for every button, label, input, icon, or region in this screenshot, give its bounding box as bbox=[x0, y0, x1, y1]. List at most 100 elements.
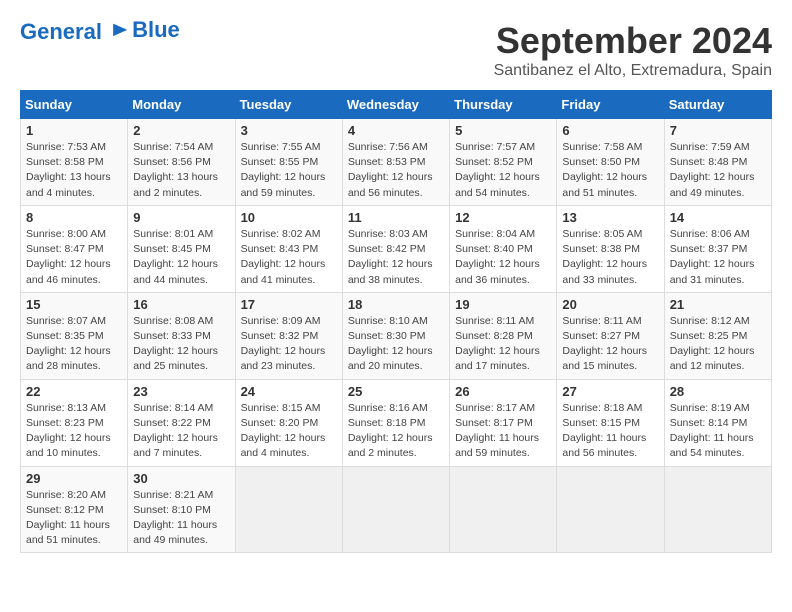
day-number: 23 bbox=[133, 384, 229, 399]
day-detail: Sunrise: 7:57 AM Sunset: 8:52 PM Dayligh… bbox=[455, 140, 551, 201]
day-detail: Sunrise: 8:01 AM Sunset: 8:45 PM Dayligh… bbox=[133, 227, 229, 288]
day-detail: Sunrise: 8:07 AM Sunset: 8:35 PM Dayligh… bbox=[26, 314, 122, 375]
day-number: 7 bbox=[670, 123, 766, 138]
day-detail: Sunrise: 8:19 AM Sunset: 8:14 PM Dayligh… bbox=[670, 401, 766, 462]
day-number: 16 bbox=[133, 297, 229, 312]
calendar-cell: 30Sunrise: 8:21 AM Sunset: 8:10 PM Dayli… bbox=[128, 466, 235, 553]
day-number: 25 bbox=[348, 384, 444, 399]
day-number: 19 bbox=[455, 297, 551, 312]
calendar-week-row: 8 Sunrise: 8:00 AM Sunset: 8:47 PM Daylig… bbox=[21, 205, 772, 292]
calendar-cell: 13Sunrise: 8:05 AM Sunset: 8:38 PM Dayli… bbox=[557, 205, 664, 292]
calendar-cell bbox=[450, 466, 557, 553]
calendar-cell: 10 Sunrise: 8:02 AM Sunset: 8:43 PM Dayli… bbox=[235, 205, 342, 292]
title-block: September 2024 Santibanez el Alto, Extre… bbox=[494, 20, 772, 80]
day-detail: Sunrise: 8:13 AM Sunset: 8:23 PM Dayligh… bbox=[26, 401, 122, 462]
day-number: 5 bbox=[455, 123, 551, 138]
day-detail: Sunrise: 8:10 AM Sunset: 8:30 PM Dayligh… bbox=[348, 314, 444, 375]
calendar-header-row: SundayMondayTuesdayWednesdayThursdayFrid… bbox=[21, 91, 772, 119]
calendar-cell bbox=[342, 466, 449, 553]
calendar-cell: 14 Sunrise: 8:06 AM Sunset: 8:37 PM Dayli… bbox=[664, 205, 771, 292]
day-number: 10 bbox=[241, 210, 337, 225]
calendar-cell: 6 Sunrise: 7:58 AM Sunset: 8:50 PM Daylig… bbox=[557, 119, 664, 206]
calendar-cell: 11 Sunrise: 8:03 AM Sunset: 8:42 PM Dayli… bbox=[342, 205, 449, 292]
calendar-week-row: 29 Sunrise: 8:20 AM Sunset: 8:12 PM Dayli… bbox=[21, 466, 772, 553]
calendar-cell: 20 Sunrise: 8:11 AM Sunset: 8:27 PM Dayli… bbox=[557, 292, 664, 379]
logo: General Blue bbox=[20, 20, 180, 44]
day-number: 12 bbox=[455, 210, 551, 225]
day-number: 4 bbox=[348, 123, 444, 138]
day-number: 30 bbox=[133, 471, 229, 486]
day-detail: Sunrise: 8:03 AM Sunset: 8:42 PM Dayligh… bbox=[348, 227, 444, 288]
day-detail: Sunrise: 8:16 AM Sunset: 8:18 PM Dayligh… bbox=[348, 401, 444, 462]
day-detail: Sunrise: 8:02 AM Sunset: 8:43 PM Dayligh… bbox=[241, 227, 337, 288]
day-detail: Sunrise: 8:09 AM Sunset: 8:32 PM Dayligh… bbox=[241, 314, 337, 375]
calendar-week-row: 1 Sunrise: 7:53 AM Sunset: 8:58 PM Daylig… bbox=[21, 119, 772, 206]
day-detail: Sunrise: 7:55 AM Sunset: 8:55 PM Dayligh… bbox=[241, 140, 337, 201]
month-title: September 2024 bbox=[494, 20, 772, 62]
day-detail: Sunrise: 7:56 AM Sunset: 8:53 PM Dayligh… bbox=[348, 140, 444, 201]
day-number: 18 bbox=[348, 297, 444, 312]
day-number: 20 bbox=[562, 297, 658, 312]
calendar-cell: 12 Sunrise: 8:04 AM Sunset: 8:40 PM Dayli… bbox=[450, 205, 557, 292]
calendar-cell: 24Sunrise: 8:15 AM Sunset: 8:20 PM Dayli… bbox=[235, 379, 342, 466]
col-header-saturday: Saturday bbox=[664, 91, 771, 119]
day-detail: Sunrise: 8:00 AM Sunset: 8:47 PM Dayligh… bbox=[26, 227, 122, 288]
day-number: 22 bbox=[26, 384, 122, 399]
col-header-tuesday: Tuesday bbox=[235, 91, 342, 119]
day-number: 13 bbox=[562, 210, 658, 225]
col-header-sunday: Sunday bbox=[21, 91, 128, 119]
day-number: 8 bbox=[26, 210, 122, 225]
calendar-cell: 2Sunrise: 7:54 AM Sunset: 8:56 PM Daylig… bbox=[128, 119, 235, 206]
day-detail: Sunrise: 8:11 AM Sunset: 8:27 PM Dayligh… bbox=[562, 314, 658, 375]
calendar-cell bbox=[235, 466, 342, 553]
day-detail: Sunrise: 8:06 AM Sunset: 8:37 PM Dayligh… bbox=[670, 227, 766, 288]
day-detail: Sunrise: 7:53 AM Sunset: 8:58 PM Dayligh… bbox=[26, 140, 122, 201]
calendar-week-row: 15 Sunrise: 8:07 AM Sunset: 8:35 PM Dayli… bbox=[21, 292, 772, 379]
calendar-cell: 23 Sunrise: 8:14 AM Sunset: 8:22 PM Dayli… bbox=[128, 379, 235, 466]
calendar-cell: 17 Sunrise: 8:09 AM Sunset: 8:32 PM Dayli… bbox=[235, 292, 342, 379]
day-detail: Sunrise: 8:14 AM Sunset: 8:22 PM Dayligh… bbox=[133, 401, 229, 462]
calendar-cell: 19 Sunrise: 8:11 AM Sunset: 8:28 PM Dayli… bbox=[450, 292, 557, 379]
col-header-thursday: Thursday bbox=[450, 91, 557, 119]
calendar-cell: 25 Sunrise: 8:16 AM Sunset: 8:18 PM Dayli… bbox=[342, 379, 449, 466]
calendar-cell: 4 Sunrise: 7:56 AM Sunset: 8:53 PM Daylig… bbox=[342, 119, 449, 206]
day-number: 17 bbox=[241, 297, 337, 312]
col-header-monday: Monday bbox=[128, 91, 235, 119]
calendar-cell: 29 Sunrise: 8:20 AM Sunset: 8:12 PM Dayli… bbox=[21, 466, 128, 553]
calendar-table: SundayMondayTuesdayWednesdayThursdayFrid… bbox=[20, 90, 772, 553]
calendar-cell: 21 Sunrise: 8:12 AM Sunset: 8:25 PM Dayli… bbox=[664, 292, 771, 379]
calendar-cell: 26Sunrise: 8:17 AM Sunset: 8:17 PM Dayli… bbox=[450, 379, 557, 466]
day-number: 27 bbox=[562, 384, 658, 399]
logo-blue: Blue bbox=[132, 17, 180, 43]
day-detail: Sunrise: 8:20 AM Sunset: 8:12 PM Dayligh… bbox=[26, 488, 122, 549]
calendar-cell: 1 Sunrise: 7:53 AM Sunset: 8:58 PM Daylig… bbox=[21, 119, 128, 206]
day-detail: Sunrise: 8:04 AM Sunset: 8:40 PM Dayligh… bbox=[455, 227, 551, 288]
calendar-cell: 5 Sunrise: 7:57 AM Sunset: 8:52 PM Daylig… bbox=[450, 119, 557, 206]
day-number: 28 bbox=[670, 384, 766, 399]
day-detail: Sunrise: 8:11 AM Sunset: 8:28 PM Dayligh… bbox=[455, 314, 551, 375]
day-number: 21 bbox=[670, 297, 766, 312]
day-detail: Sunrise: 7:54 AM Sunset: 8:56 PM Dayligh… bbox=[133, 140, 229, 201]
calendar-cell: 3Sunrise: 7:55 AM Sunset: 8:55 PM Daylig… bbox=[235, 119, 342, 206]
day-number: 15 bbox=[26, 297, 122, 312]
day-detail: Sunrise: 8:12 AM Sunset: 8:25 PM Dayligh… bbox=[670, 314, 766, 375]
day-detail: Sunrise: 7:58 AM Sunset: 8:50 PM Dayligh… bbox=[562, 140, 658, 201]
logo-flag-icon bbox=[110, 22, 132, 44]
col-header-wednesday: Wednesday bbox=[342, 91, 449, 119]
calendar-cell bbox=[664, 466, 771, 553]
day-number: 1 bbox=[26, 123, 122, 138]
day-detail: Sunrise: 8:08 AM Sunset: 8:33 PM Dayligh… bbox=[133, 314, 229, 375]
day-number: 26 bbox=[455, 384, 551, 399]
location: Santibanez el Alto, Extremadura, Spain bbox=[494, 62, 772, 80]
day-number: 6 bbox=[562, 123, 658, 138]
calendar-cell: 15 Sunrise: 8:07 AM Sunset: 8:35 PM Dayli… bbox=[21, 292, 128, 379]
logo-general: General bbox=[20, 19, 102, 44]
day-number: 24 bbox=[241, 384, 337, 399]
col-header-friday: Friday bbox=[557, 91, 664, 119]
day-number: 11 bbox=[348, 210, 444, 225]
calendar-cell: 7Sunrise: 7:59 AM Sunset: 8:48 PM Daylig… bbox=[664, 119, 771, 206]
calendar-cell: 22 Sunrise: 8:13 AM Sunset: 8:23 PM Dayli… bbox=[21, 379, 128, 466]
day-number: 29 bbox=[26, 471, 122, 486]
day-number: 14 bbox=[670, 210, 766, 225]
calendar-cell: 9Sunrise: 8:01 AM Sunset: 8:45 PM Daylig… bbox=[128, 205, 235, 292]
